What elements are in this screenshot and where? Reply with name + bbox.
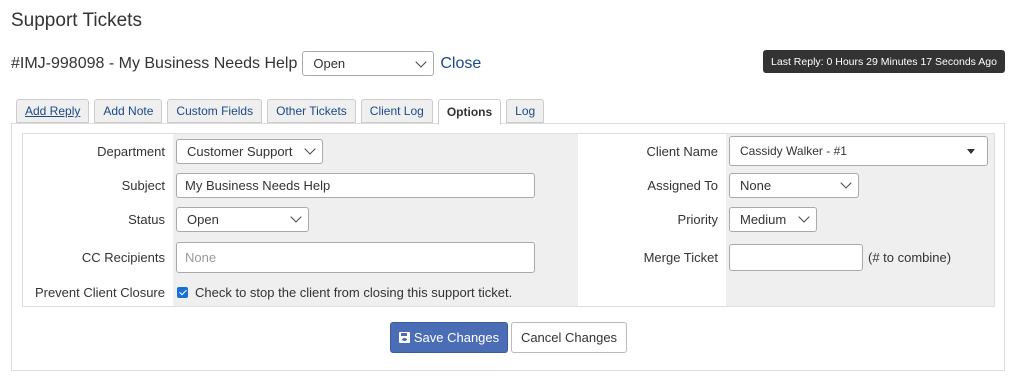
tab-label: Add Note bbox=[103, 104, 154, 118]
cancel-changes-button[interactable]: Cancel Changes bbox=[511, 322, 627, 353]
tab-label: Client Log bbox=[369, 104, 424, 118]
cc-recipients-cell: None bbox=[173, 236, 578, 279]
subject-value: My Business Needs Help bbox=[185, 177, 331, 193]
tab-client-log[interactable]: Client Log bbox=[360, 99, 433, 123]
save-icon bbox=[398, 332, 410, 343]
subject-input[interactable]: My Business Needs Help bbox=[176, 172, 535, 198]
department-value: Customer Support bbox=[187, 143, 293, 159]
tab-other-tickets[interactable]: Other Tickets bbox=[267, 99, 356, 123]
priority-select[interactable]: Medium bbox=[729, 206, 817, 232]
page-title: Support Tickets bbox=[11, 10, 142, 31]
tab-log[interactable]: Log bbox=[506, 99, 545, 123]
caret-down-icon bbox=[967, 148, 975, 154]
department-cell: Customer Support bbox=[173, 134, 578, 168]
cc-recipients-input[interactable]: None bbox=[176, 242, 535, 273]
save-changes-label: Save Changes bbox=[413, 330, 500, 345]
merge-ticket-hint: (# to combine) bbox=[868, 250, 952, 265]
merge-ticket-input[interactable] bbox=[729, 244, 863, 271]
ticket-status-value: Open bbox=[313, 56, 346, 71]
tab-label: Options bbox=[446, 105, 493, 119]
ticket-status-select[interactable]: Open bbox=[302, 51, 435, 76]
chevron-down-icon bbox=[840, 177, 852, 189]
priority-cell: Medium bbox=[726, 202, 994, 236]
subject-cell: My Business Needs Help bbox=[173, 168, 578, 202]
chevron-down-icon bbox=[290, 211, 302, 223]
prevent-closure-checkbox[interactable] bbox=[177, 287, 188, 298]
client-name-select[interactable]: Cassidy Walker - #1 bbox=[729, 136, 988, 166]
ticket-title: #IMJ-998098 - My Business Needs Help bbox=[11, 54, 298, 72]
tab-options[interactable]: Options bbox=[437, 99, 502, 125]
cc-recipients-placeholder: None bbox=[185, 250, 217, 265]
client-name-cell: Cassidy Walker - #1 bbox=[726, 134, 994, 168]
assigned-to-cell: None bbox=[726, 168, 994, 202]
ticket-header: #IMJ-998098 - My Business Needs Help Ope… bbox=[11, 50, 481, 77]
client-name-value: Cassidy Walker - #1 bbox=[740, 144, 847, 158]
close-ticket-link[interactable]: Close bbox=[440, 55, 481, 73]
department-label: Department bbox=[23, 134, 173, 168]
chevron-down-icon bbox=[798, 211, 810, 223]
merge-ticket-label: Merge Ticket bbox=[578, 236, 726, 279]
chevron-down-icon bbox=[415, 55, 428, 68]
priority-value: Medium bbox=[740, 211, 787, 227]
status-value: Open bbox=[187, 211, 219, 227]
prevent-closure-label: Prevent Client Closure bbox=[23, 279, 173, 306]
tab-add-note[interactable]: Add Note bbox=[94, 99, 163, 123]
prevent-closure-cell: Check to stop the client from closing th… bbox=[173, 279, 578, 306]
status-select[interactable]: Open bbox=[176, 206, 309, 232]
save-changes-button[interactable]: Save Changes bbox=[390, 322, 508, 353]
prevent-closure-text: Check to stop the client from closing th… bbox=[195, 285, 513, 300]
options-form: Department Customer Support Client Name … bbox=[22, 133, 995, 307]
ticket-tabs: Add Reply Add Note Custom Fields Other T… bbox=[16, 99, 549, 125]
tab-label: Other Tickets bbox=[276, 104, 347, 118]
empty-label bbox=[578, 279, 726, 306]
client-name-label: Client Name bbox=[578, 134, 726, 168]
assigned-to-label: Assigned To bbox=[578, 168, 726, 202]
last-reply-badge: Last Reply: 0 Hours 29 Minutes 17 Second… bbox=[763, 50, 1005, 73]
assigned-to-select[interactable]: None bbox=[729, 172, 859, 198]
tab-custom-fields[interactable]: Custom Fields bbox=[167, 99, 263, 123]
empty-cell bbox=[726, 279, 994, 306]
tab-label: Add Reply bbox=[25, 104, 81, 118]
chevron-down-icon bbox=[304, 143, 316, 155]
status-label: Status bbox=[23, 202, 173, 236]
tab-label: Custom Fields bbox=[176, 104, 254, 118]
tab-label: Log bbox=[515, 104, 536, 118]
merge-ticket-cell: (# to combine) bbox=[726, 236, 994, 279]
tab-add-reply[interactable]: Add Reply bbox=[16, 99, 90, 123]
cc-recipients-label: CC Recipients bbox=[23, 236, 173, 279]
department-select[interactable]: Customer Support bbox=[176, 138, 323, 164]
subject-label: Subject bbox=[23, 168, 173, 202]
assigned-to-value: None bbox=[740, 177, 772, 193]
status-cell: Open bbox=[173, 202, 578, 236]
priority-label: Priority bbox=[578, 202, 726, 236]
